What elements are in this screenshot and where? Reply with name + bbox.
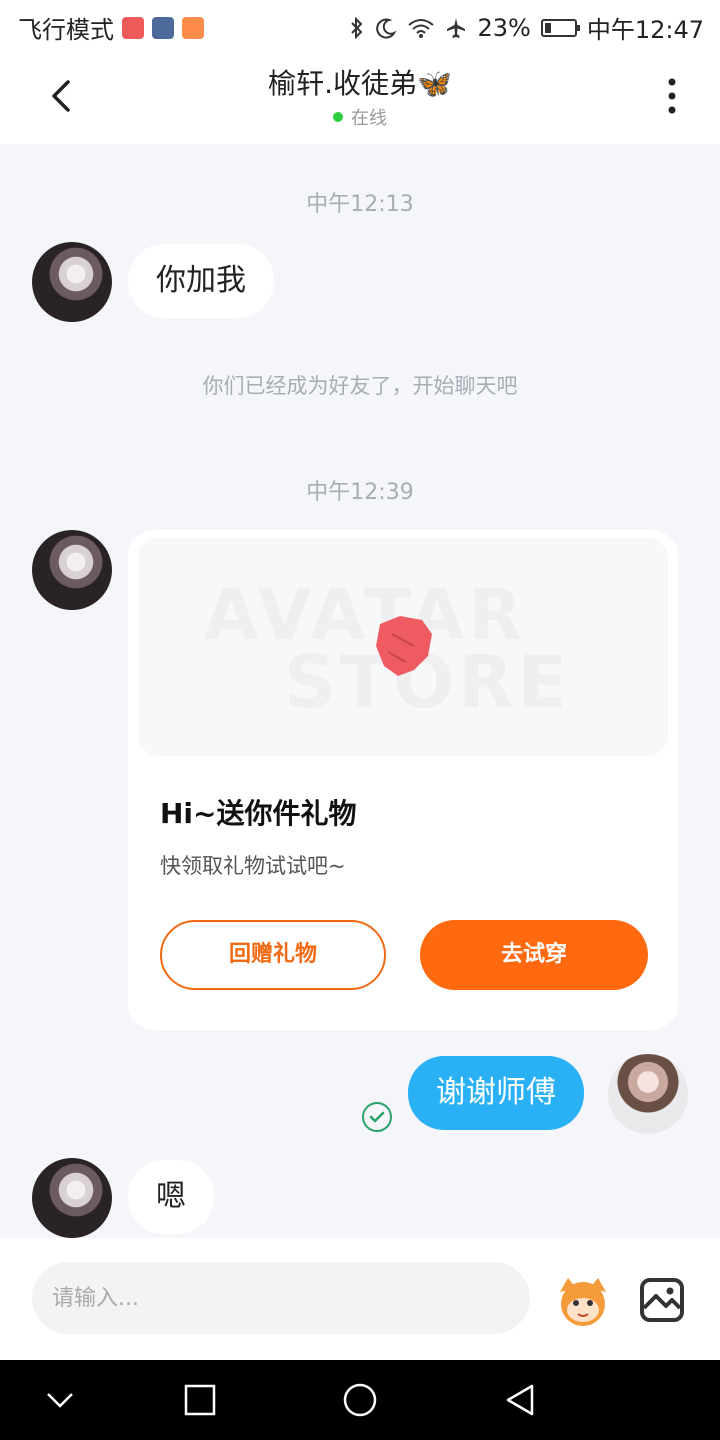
status-bar-right: 23% 中午12:47	[349, 10, 704, 45]
nav-down-button[interactable]	[40, 1380, 80, 1420]
nav-down-icon	[47, 1393, 73, 1408]
app-icon-2	[152, 16, 174, 39]
checkmark-icon	[369, 1111, 385, 1123]
online-status-text: 在线	[351, 108, 387, 129]
friend-avatar[interactable]	[32, 530, 112, 610]
try-on-button[interactable]: 去试穿	[420, 920, 648, 990]
airplane-mode-label: 飞行模式	[18, 16, 114, 44]
image-button[interactable]	[638, 1276, 686, 1324]
read-check-icon	[362, 1102, 392, 1132]
wifi-icon	[408, 18, 435, 38]
emoji-mascot-icon	[560, 1278, 606, 1326]
gift-card-title: Hi~送你件礼物	[160, 797, 357, 830]
status-bar: 飞行模式 23% 中午12:47	[0, 0, 720, 50]
my-avatar[interactable]	[608, 1054, 688, 1134]
app-icon-1	[122, 16, 144, 39]
airplane-icon	[447, 17, 466, 38]
message-input[interactable]	[32, 1262, 530, 1334]
system-message: 你们已经成为好友了，开始聊天吧	[202, 374, 518, 398]
online-status: 在线	[0, 104, 720, 130]
title-block: 榆轩.收徒弟🦋 在线	[0, 62, 720, 130]
online-dot	[333, 112, 343, 122]
timestamp: 中午12:39	[306, 480, 414, 505]
chat-header: 榆轩.收徒弟🦋 在线	[0, 50, 720, 144]
friend-avatar[interactable]	[32, 242, 112, 322]
gift-item-icon	[376, 616, 432, 676]
nav-back-button[interactable]	[500, 1380, 540, 1420]
nav-back-icon	[506, 1384, 534, 1416]
status-time: 中午12:47	[586, 16, 704, 44]
nav-home-icon	[343, 1383, 377, 1417]
gift-card-subtitle: 快领取礼物试试吧~	[160, 854, 346, 878]
battery-fill	[544, 22, 551, 33]
nav-recent-button[interactable]	[180, 1380, 220, 1420]
system-nav-bar	[0, 1360, 720, 1440]
message-bubble-sent[interactable]: 谢谢师傅	[408, 1056, 584, 1130]
friend-avatar[interactable]	[32, 1158, 112, 1238]
bluetooth-icon	[351, 16, 363, 39]
nav-recent-icon	[184, 1384, 216, 1416]
status-bar-left: 飞行模式	[18, 10, 204, 45]
battery-percent: 23%	[477, 13, 531, 42]
gift-card[interactable]: AVATAR STORE Hi~送你件礼物 快领取礼物试试吧~ 回赠礼物 去试穿	[128, 530, 678, 1030]
battery-icon	[540, 18, 580, 37]
chat-area[interactable]: 中午12:13 你加我 你们已经成为好友了，开始聊天吧 中午12:39 AVAT…	[0, 144, 720, 1238]
emoji-button[interactable]	[552, 1270, 614, 1332]
app-icon-3	[182, 16, 204, 39]
gift-image: AVATAR STORE	[138, 538, 668, 756]
more-options-button[interactable]	[652, 74, 692, 118]
moon-icon	[376, 18, 398, 39]
return-gift-button[interactable]: 回赠礼物	[160, 920, 386, 990]
message-bubble-received[interactable]: 嗯	[128, 1160, 214, 1234]
more-vertical-icon	[668, 78, 676, 114]
chat-title: 榆轩.收徒弟🦋	[268, 67, 452, 100]
timestamp: 中午12:13	[306, 192, 414, 217]
image-icon	[640, 1278, 684, 1322]
nav-home-button[interactable]	[340, 1380, 380, 1420]
message-bubble-received[interactable]: 你加我	[128, 244, 274, 318]
input-bar	[0, 1238, 720, 1360]
